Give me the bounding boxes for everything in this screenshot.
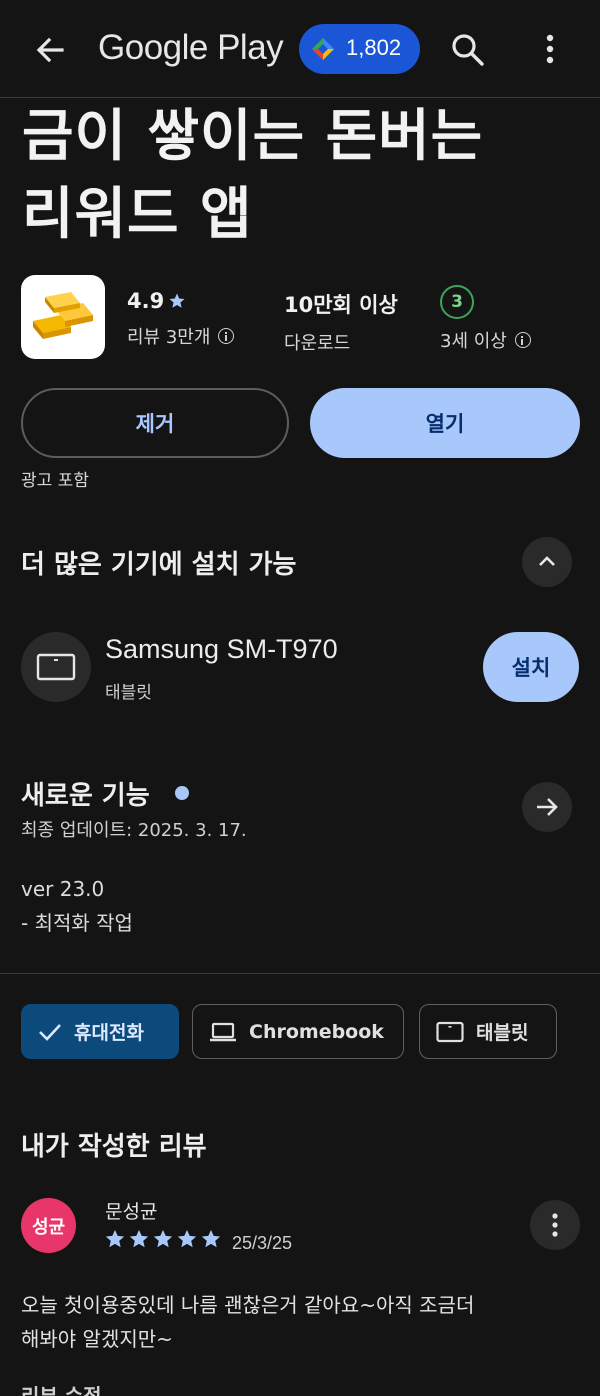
review-star-rating <box>104 1228 222 1250</box>
more-devices-title: 더 많은 기기에 설치 가능 <box>21 550 297 580</box>
age-rating-badge: 3 <box>440 285 474 319</box>
chip-phone[interactable]: 휴대전화 <box>21 1004 179 1059</box>
star-icon <box>169 293 185 308</box>
play-points-icon <box>312 38 334 60</box>
laptop-icon <box>210 1022 236 1041</box>
device-name: Samsung SM-T970 <box>105 634 338 664</box>
star-icon <box>105 1229 125 1248</box>
downloads-stat: 10만회 이상 다운로드 <box>284 289 398 355</box>
info-icon[interactable] <box>218 328 235 344</box>
my-review-title: 내가 작성한 리뷰 <box>21 1132 207 1162</box>
install-on-device-button[interactable]: 설치 <box>483 632 579 702</box>
points-value: 1,802 <box>346 35 402 60</box>
chevron-up-icon <box>539 556 555 566</box>
device-type: 태블릿 <box>105 683 152 703</box>
review-text-line-2: 해봐야 알겠지만~ <box>21 1327 173 1351</box>
more-vert-icon <box>552 1213 558 1237</box>
review-date: 25/3/25 <box>232 1233 293 1253</box>
more-vert-icon[interactable] <box>538 30 562 70</box>
release-notes-line-2: - 최적화 작업 <box>21 911 133 935</box>
rating-value: 4.9 <box>127 289 165 313</box>
app-title: 금이 쌓이는 돈버는 리워드 앱 <box>22 98 483 254</box>
chip-tablet-label: 태블릿 <box>476 1022 529 1044</box>
reviews-count: 리뷰 3만개 <box>127 327 211 348</box>
device-icon-container <box>21 632 91 702</box>
check-icon <box>39 1023 61 1041</box>
release-notes-line-1: ver 23.0 <box>21 877 105 901</box>
tablet-icon <box>436 1021 464 1042</box>
age-rating-stat[interactable]: 3 3세 이상 <box>440 285 531 353</box>
edit-review-link[interactable]: 리뷰 수정 <box>21 1380 102 1396</box>
app-title-line-2: 리워드 앱 <box>22 182 253 247</box>
chip-chromebook[interactable]: Chromebook <box>192 1004 404 1059</box>
play-points-button[interactable]: 1,802 <box>299 24 420 74</box>
gold-bars-icon <box>33 292 93 339</box>
chip-tablet[interactable]: 태블릿 <box>419 1004 557 1059</box>
section-divider <box>0 973 600 974</box>
app-icon <box>21 275 105 359</box>
uninstall-button[interactable]: 제거 <box>21 388 289 458</box>
new-indicator-dot <box>175 786 189 800</box>
info-icon[interactable] <box>514 332 531 348</box>
contains-ads-label: 광고 포함 <box>21 471 89 491</box>
google-play-logo[interactable]: Google Play <box>98 28 284 68</box>
back-arrow-icon[interactable] <box>30 30 70 70</box>
chip-chromebook-label: Chromebook <box>249 1020 384 1043</box>
collapse-button[interactable] <box>522 537 572 587</box>
open-button[interactable]: 열기 <box>310 388 580 458</box>
review-more-button[interactable] <box>530 1200 580 1250</box>
star-icon <box>153 1229 173 1248</box>
chip-phone-label: 휴대전화 <box>74 1022 144 1044</box>
top-app-bar: Google Play 1,802 <box>0 0 600 98</box>
age-rating-label: 3세 이상 <box>440 331 507 352</box>
star-icon <box>177 1229 197 1248</box>
whats-new-arrow-button[interactable] <box>522 782 572 832</box>
downloads-value: 10만회 이상 <box>284 293 398 317</box>
tablet-icon <box>36 653 76 681</box>
arrow-right-icon <box>537 798 558 816</box>
downloads-label: 다운로드 <box>284 333 351 354</box>
review-text-line-1: 오늘 첫이용중있데 나름 괜찮은거 같아요~아직 조금더 <box>21 1293 475 1317</box>
whats-new-title: 새로운 기능 <box>21 781 150 811</box>
release-notes: ver 23.0 - 최적화 작업 <box>21 872 133 940</box>
rating-stat[interactable]: 4.9 리뷰 3만개 <box>127 289 235 349</box>
last-updated: 최종 업데이트: 2025. 3. 17. <box>21 820 247 841</box>
avatar: 성균 <box>21 1198 76 1253</box>
search-icon[interactable] <box>448 30 488 70</box>
reviewer-name: 문성균 <box>105 1201 158 1223</box>
star-icon <box>129 1229 149 1248</box>
review-text: 오늘 첫이용중있데 나름 괜찮은거 같아요~아직 조금더 해봐야 알겠지만~ <box>21 1288 581 1356</box>
app-title-line-1: 금이 쌓이는 돈버는 <box>22 104 484 169</box>
star-icon <box>201 1229 221 1248</box>
